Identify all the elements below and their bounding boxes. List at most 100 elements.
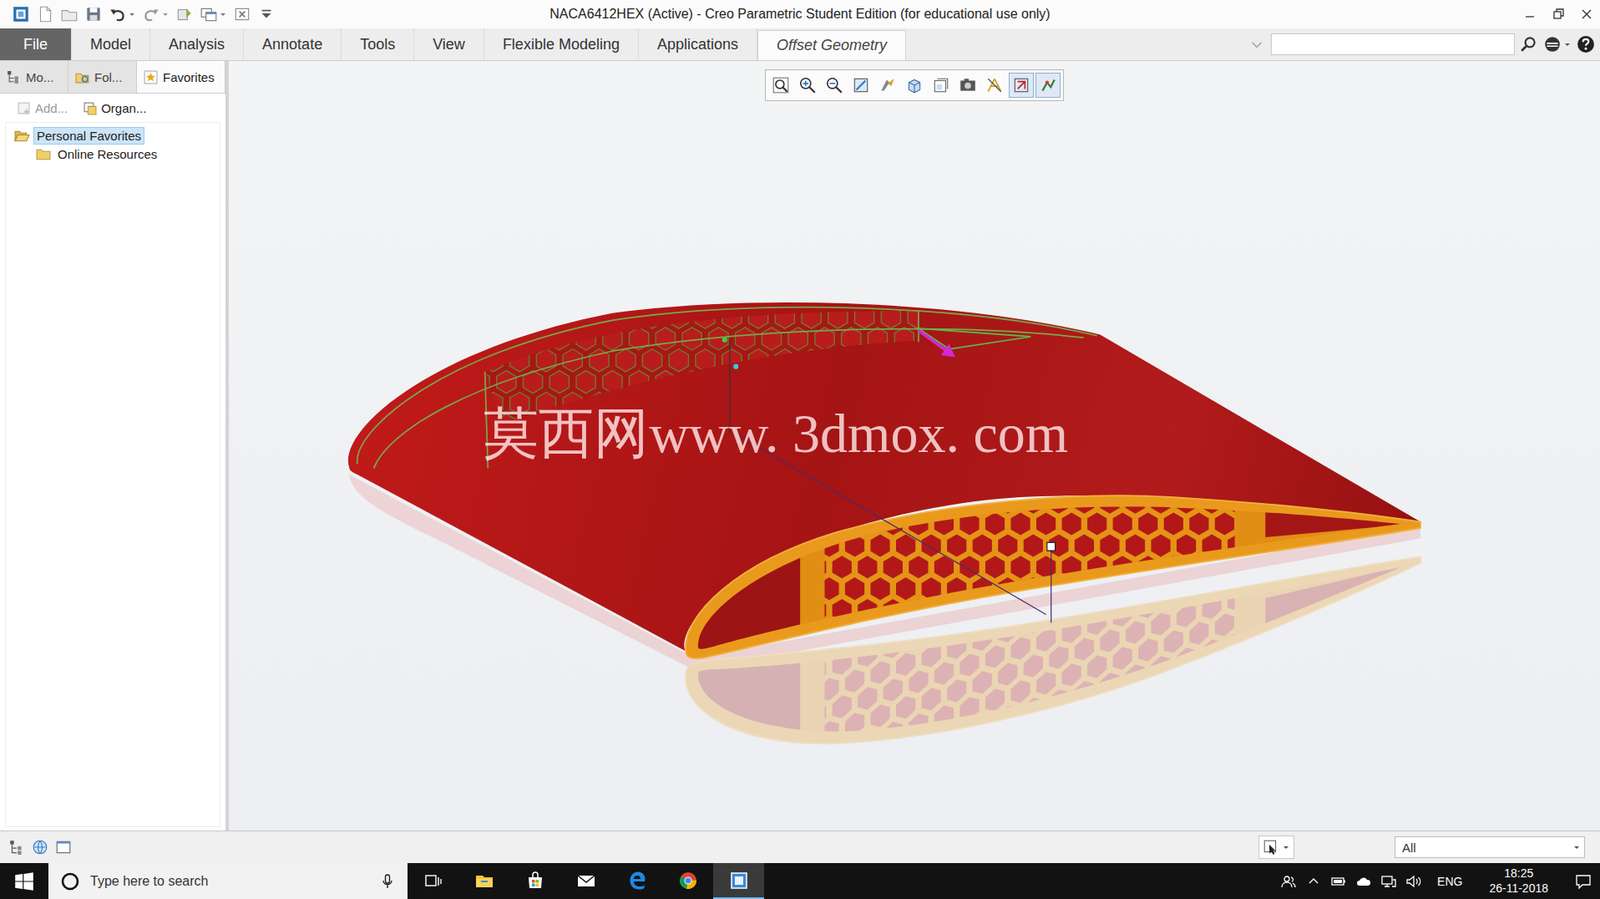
minimize-icon[interactable] <box>1521 5 1539 23</box>
navigator-panel: Mo... Fol... Favorites Add... Organ... P… <box>0 60 229 831</box>
redo-dropdown-icon[interactable] <box>161 5 170 23</box>
store-icon <box>525 870 546 891</box>
clock[interactable]: 18:25 26-11-2018 <box>1477 865 1560 896</box>
airfoil-section[interactable] <box>683 469 1429 679</box>
dropdown-arrow-icon <box>1572 839 1581 855</box>
view-tool-button[interactable] <box>901 72 927 98</box>
help-icon[interactable] <box>1576 35 1595 54</box>
show-hidden-icons-icon[interactable] <box>1305 872 1322 890</box>
cortana-icon <box>60 870 81 892</box>
ribbon-tab[interactable]: Applications <box>638 28 758 61</box>
windows-dropdown-icon[interactable] <box>218 5 228 23</box>
ribbon-tab[interactable]: File <box>0 28 72 61</box>
view-manager-icon <box>931 75 951 95</box>
microphone-icon[interactable] <box>379 872 396 890</box>
view-tool-button[interactable] <box>955 72 981 98</box>
volume-icon[interactable] <box>1405 872 1423 890</box>
mail-icon <box>576 870 597 891</box>
view-tool-button[interactable] <box>982 72 1008 98</box>
collapse-ribbon-icon[interactable] <box>1247 35 1266 54</box>
repaint-icon <box>851 75 871 95</box>
view-tool-button[interactable] <box>1008 72 1034 98</box>
favorites-button[interactable]: Add... <box>16 101 68 116</box>
new-file-icon[interactable] <box>35 5 55 24</box>
ribbon-tab[interactable]: Tools <box>341 28 415 61</box>
undo-icon[interactable] <box>108 5 127 24</box>
taskbar-app[interactable] <box>407 862 459 899</box>
zoom-out-icon <box>825 75 844 95</box>
navigator-tab[interactable]: Mo... <box>0 60 69 93</box>
tree-item[interactable]: Online Resources <box>14 144 220 163</box>
search-field[interactable] <box>1270 33 1515 56</box>
taskbar-app[interactable] <box>509 862 561 899</box>
ribbon-tab[interactable]: Offset Geometry <box>757 30 907 61</box>
input-language[interactable]: ENG <box>1430 874 1469 888</box>
save-icon[interactable] <box>84 5 103 24</box>
clock-time: 18:25 <box>1503 865 1534 882</box>
view-tool-button[interactable] <box>875 72 901 98</box>
navigator-tab-label: Fol... <box>94 70 122 85</box>
ribbon-tab[interactable]: Flexible Modeling <box>484 28 639 61</box>
watermark: 莫西网www. 3dmox. com <box>483 395 1069 471</box>
view-tool-button[interactable] <box>1035 72 1061 98</box>
network-icon[interactable] <box>1380 872 1398 890</box>
navigator-tab[interactable]: Fol... <box>68 60 137 93</box>
open-folder-icon[interactable] <box>60 5 79 24</box>
start-button[interactable] <box>0 862 49 899</box>
windows-logo-icon <box>14 870 35 892</box>
people-icon[interactable] <box>1280 872 1297 890</box>
refit-icon <box>771 75 790 95</box>
community-icon[interactable] <box>1543 35 1562 54</box>
favorites-toolbar: Add... Organ... <box>0 93 226 122</box>
perspective-icon <box>958 75 978 95</box>
close-window-icon[interactable] <box>232 5 252 24</box>
display-style-icon <box>878 75 897 95</box>
view-tool-button[interactable] <box>821 72 847 98</box>
ribbon-tab[interactable]: View <box>414 28 485 61</box>
full-screen-icon[interactable] <box>55 838 72 856</box>
undo-dropdown-icon[interactable] <box>127 5 137 23</box>
graphics-window[interactable]: 莫西网www. 3dmox. com <box>228 60 1600 831</box>
regenerate-icon[interactable] <box>175 5 194 24</box>
navigator-toggle-icon[interactable] <box>8 838 26 856</box>
taskbar-app[interactable] <box>560 862 612 899</box>
ribbon-tab[interactable]: Analysis <box>150 28 244 61</box>
navigator-tabs: Mo... Fol... Favorites <box>0 60 226 94</box>
windows-icon[interactable] <box>199 5 218 24</box>
action-center-icon[interactable] <box>1574 872 1592 890</box>
airfoil-model[interactable] <box>228 60 1600 831</box>
saved-orientations-icon <box>905 75 924 95</box>
ribbon-tab[interactable]: Annotate <box>243 28 342 61</box>
redo-icon[interactable] <box>141 5 161 24</box>
favorites-tree: Personal Favorites Online Resources <box>5 121 221 827</box>
taskbar-app[interactable] <box>662 862 714 899</box>
taskbar-app[interactable] <box>611 862 663 899</box>
favorites-icon <box>143 70 158 85</box>
navigator-tab[interactable]: Favorites <box>136 60 226 93</box>
customize-toolbar-icon[interactable] <box>257 5 276 24</box>
close-icon[interactable] <box>1578 5 1595 23</box>
taskbar-app[interactable] <box>458 862 510 899</box>
battery-icon[interactable] <box>1330 872 1347 890</box>
view-tool-button[interactable] <box>794 72 821 98</box>
explorer-icon <box>474 870 495 891</box>
view-tool-button[interactable] <box>848 72 874 98</box>
search-icon[interactable] <box>1519 35 1539 54</box>
taskbar-search[interactable]: Type here to search <box>48 862 408 899</box>
tree-item-label: Online Resources <box>55 146 160 163</box>
view-tool-button[interactable] <box>768 72 794 98</box>
favorites-button[interactable]: Organ... <box>82 101 147 116</box>
onedrive-icon[interactable] <box>1355 872 1373 890</box>
taskbar-app[interactable] <box>713 862 765 899</box>
selection-tools-button[interactable] <box>1258 835 1295 859</box>
view-tool-button[interactable] <box>928 72 954 98</box>
restore-icon[interactable] <box>1549 5 1567 23</box>
community-dropdown-icon[interactable] <box>1563 35 1572 53</box>
selection-filter[interactable]: All <box>1394 835 1585 858</box>
browser-toggle-icon[interactable] <box>31 838 49 856</box>
ribbon-tab[interactable]: Model <box>71 28 151 61</box>
edge-icon <box>627 870 648 891</box>
creo-icon <box>729 870 750 891</box>
tree-item[interactable]: Personal Favorites <box>14 126 220 145</box>
app-icon[interactable] <box>11 5 31 24</box>
